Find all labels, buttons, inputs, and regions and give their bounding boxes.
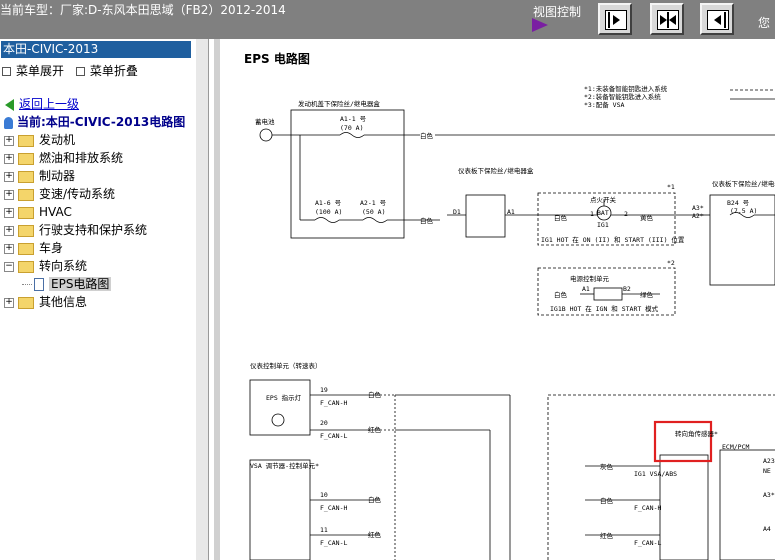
cluster-unit-box [249,379,311,436]
diagram-label: 白色 [554,290,568,299]
diagram-label: A3* [763,491,775,499]
diagram-label: 白色 [420,216,434,225]
diagram-label: 白色 [554,213,568,222]
diagram-label: F_CAN-H [320,399,347,407]
diagram-label: (7.5 A) [730,207,757,215]
diagram-label: F_CAN-H [634,504,661,512]
eps-lamp-symbol [271,413,285,427]
diagram-label: IG1 [597,221,609,229]
fuse-a1-6 [314,217,340,223]
diagram-label: 1 [590,210,594,218]
diagram-label: 电源控制单元 [570,274,610,283]
diagram-label: 绿色 [640,290,654,299]
diagram-label: 红色 [368,530,382,539]
diagram-label: 白色 [368,495,382,504]
diagram-label: 仪表板下保险丝/继电器盒 [458,166,534,175]
diagram-label: A4 [763,525,771,533]
vsa-unit-box [249,459,311,560]
diagram-label: 红色 [368,425,382,434]
diagram-label: *1 [667,183,675,191]
diagram-label: 10 [320,491,328,499]
diagram-label: A1 [507,208,515,216]
diagram-label: 发动机盖下保险丝/继电器盒 [298,99,380,108]
diagram-label: A1-6 号 [315,199,342,207]
diagram-label: A23 [763,457,775,465]
diagram-label: *2 [667,259,675,267]
diagram-label: IG1B HOT 在 IGN 和 START 模式 [550,304,659,313]
battery-symbol [259,128,273,142]
diagram-label: 黄色 [640,213,654,222]
diagram-label: 转向角传感器* [675,429,718,438]
diagram-label: EPS 指示灯 [266,393,302,402]
diagram-label: 20 [320,419,328,427]
diagram-label: (100 A) [315,208,342,216]
diagram-label: 仪表控制单元（转速表） [250,361,322,370]
circuit-diagram: 蓄电池 发动机盖下保险丝/继电器盒 A1-1 号 (70 A) A1-6 号 (… [249,84,775,560]
diagram-label: IG1 VSA/ABS [634,470,677,478]
diagram-label: B2 [623,285,631,293]
diagram-label: A1-1 号 [340,115,367,123]
diagram-label: F_CAN-L [634,539,661,547]
diagram-label: 19 [320,386,328,394]
diagram-label: A3* [692,204,704,212]
diagram-label: *1:未装备智能钥匙进入系统 [584,84,668,93]
diagram-label: B24 号 [727,199,750,207]
diagram-label: A2* [692,212,704,220]
fuse-a2-1 [362,217,388,223]
diagram-label: ECM/PCM [722,443,749,451]
diagram-label: (50 A) [362,208,385,216]
diagram-label: F_CAN-H [320,504,347,512]
pcu-relay [593,287,623,301]
diagram-label: NE [763,467,771,475]
diagram-label: 蓄电池 [255,117,275,126]
diagram-label: (70 A) [340,124,363,132]
diagram-label: *3:配备 VSA [584,100,624,109]
diagram-label: BAT [597,209,609,217]
diagram-label: IG1 HOT 在 ON (II) 和 START (III) 位置 [541,235,685,244]
diagram-label: F_CAN-L [320,432,347,440]
diagram-label: 点火开关 [590,195,617,204]
dash-fuse-box [465,194,506,238]
diagram-label: 仪表板下保险丝/继电器盒 [712,179,775,188]
diagram-label: *2:装备智能钥匙进入系统 [584,92,661,101]
diagram-label: 2 [624,210,628,218]
diagram-label: F_CAN-L [320,539,347,547]
diagram-label: A1 [582,285,590,293]
diagram-label: A2-1 号 [360,199,387,207]
diagram-label: D1 [453,208,461,216]
diagram-label: 白色 [600,496,614,505]
diagram-label: 灰色 [600,462,614,471]
diagram-label: 11 [320,526,328,534]
diagram-label: VSA 调节器-控制单元* [250,461,319,470]
diagram-label: 白色 [420,131,434,140]
diagram-label: 白色 [368,390,382,399]
fuse-a1-1 [339,132,365,138]
diagram-label: 红色 [600,531,614,540]
